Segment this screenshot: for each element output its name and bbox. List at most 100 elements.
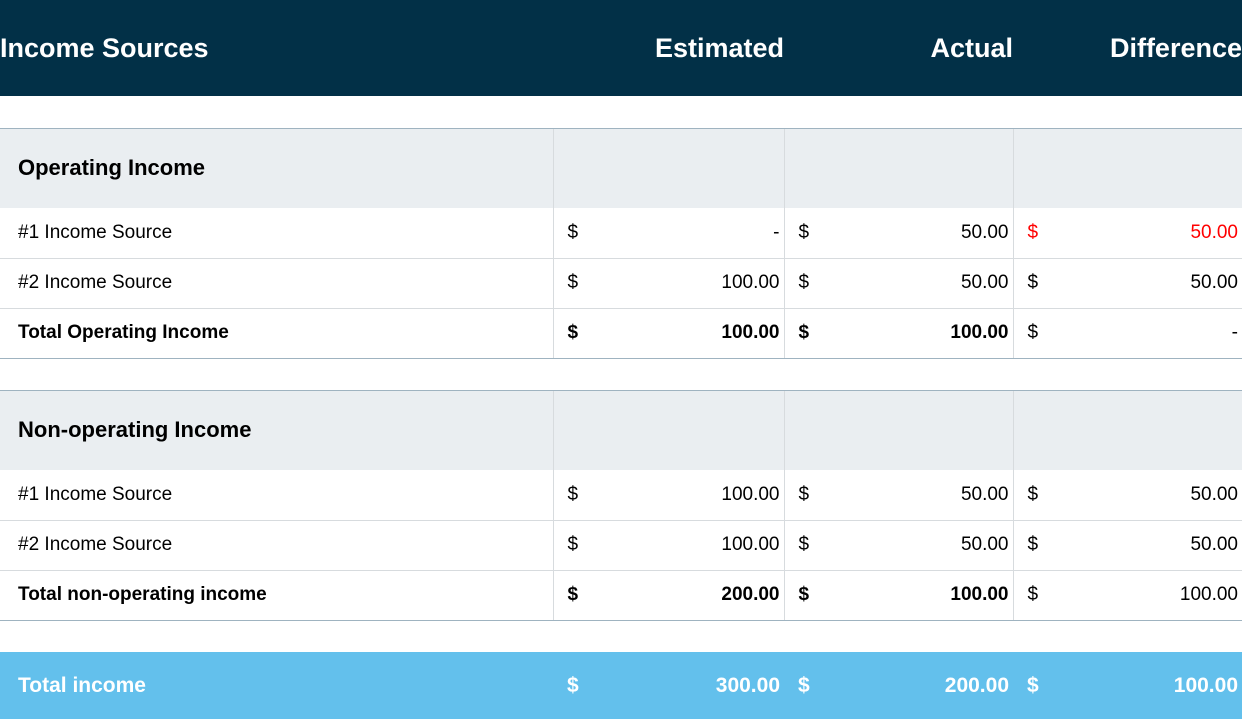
- currency-symbol: $: [567, 584, 579, 605]
- cell-value: 100.00: [721, 534, 780, 555]
- subtotal-row[interactable]: Total non-operating income $200.00 $100.00…: [0, 570, 1242, 621]
- cell-value: -: [1231, 322, 1238, 343]
- cell-value: 100.00: [950, 322, 1009, 343]
- cell-grand-total-estimated: $300.00: [553, 652, 784, 719]
- cell-difference: $100.00: [1012, 570, 1242, 621]
- currency-symbol: $: [1027, 221, 1039, 243]
- header-difference: Difference: [1013, 0, 1242, 96]
- table-row[interactable]: #2 Income Source $100.00 $50.00 $50.00: [0, 520, 1242, 571]
- cell-value: 300.00: [715, 673, 780, 697]
- cell-value: 50.00: [1190, 534, 1238, 555]
- cell-estimated: $100.00: [552, 520, 784, 571]
- cell-value: -: [773, 221, 780, 243]
- currency-symbol: $: [567, 534, 579, 555]
- cell-value: 50.00: [960, 483, 1009, 505]
- section-spacer-cell: [552, 127, 784, 208]
- cell-difference: $50.00: [1012, 520, 1242, 571]
- header-estimated: Estimated: [553, 0, 784, 96]
- table-header-row: Income Sources Estimated Actual Differen…: [0, 0, 1242, 96]
- currency-symbol: $: [798, 483, 810, 505]
- cell-value: 50.00: [1190, 272, 1238, 293]
- cell-actual: $50.00: [783, 470, 1013, 521]
- income-sources-table: Income Sources Estimated Actual Differen…: [0, 0, 1242, 719]
- cell-difference: $50.00: [1012, 470, 1242, 521]
- table-body: Income Sources Estimated Actual Differen…: [0, 0, 1242, 719]
- spacer-before-total: [0, 619, 1242, 652]
- cell-difference: $50.00: [1012, 208, 1242, 259]
- row-label: Total Operating Income: [0, 308, 553, 359]
- section-title: Non-operating Income: [0, 389, 553, 470]
- cell-estimated: $ -: [552, 208, 784, 259]
- currency-symbol: $: [567, 221, 579, 243]
- currency-symbol: $: [567, 483, 579, 505]
- spacer-cell: [0, 619, 1242, 652]
- currency-symbol: $: [567, 272, 579, 293]
- currency-symbol: $: [798, 673, 810, 697]
- cell-estimated: $100.00: [552, 258, 784, 309]
- section-spacer-cell: [1012, 127, 1242, 208]
- currency-symbol: $: [567, 322, 579, 343]
- cell-value: 100.00: [721, 272, 780, 293]
- row-label: Total non-operating income: [0, 570, 553, 621]
- cell-actual: $50.00: [783, 520, 1013, 571]
- row-label: #1 Income Source: [0, 208, 553, 259]
- currency-symbol: $: [798, 272, 810, 293]
- table-row[interactable]: #1 Income Source $ - $50.00 $50.00: [0, 208, 1242, 259]
- spacer-cell: [0, 357, 1242, 390]
- cell-value: 100.00: [1173, 673, 1238, 697]
- header-income-sources: Income Sources: [0, 0, 553, 96]
- cell-value: 200.00: [944, 673, 1009, 697]
- cell-value: 50.00: [960, 272, 1009, 293]
- cell-difference: $50.00: [1012, 258, 1242, 309]
- cell-value: 100.00: [721, 483, 780, 505]
- cell-value: 50.00: [960, 221, 1009, 243]
- cell-value: 200.00: [721, 584, 780, 605]
- cell-value: 50.00: [1190, 483, 1238, 505]
- grand-total-label: Total income: [0, 652, 553, 719]
- cell-value: 100.00: [950, 584, 1009, 605]
- cell-estimated: $200.00: [552, 570, 784, 621]
- budget-sheet: Income Sources Estimated Actual Differen…: [0, 0, 1242, 719]
- cell-actual: $100.00: [783, 308, 1013, 359]
- cell-actual: $50.00: [783, 208, 1013, 259]
- cell-grand-total-difference: $100.00: [1013, 652, 1242, 719]
- table-row[interactable]: #2 Income Source $100.00 $50.00 $50.00: [0, 258, 1242, 309]
- section-spacer-cell: [552, 389, 784, 470]
- table-row[interactable]: #1 Income Source $100.00 $50.00 $50.00: [0, 470, 1242, 521]
- spacer-after-header: [0, 96, 1242, 128]
- cell-actual: $50.00: [783, 258, 1013, 309]
- currency-symbol: $: [798, 322, 810, 343]
- spacer-cell: [0, 96, 1242, 128]
- currency-symbol: $: [1027, 483, 1039, 505]
- section-spacer-cell: [783, 127, 1013, 208]
- currency-symbol: $: [1027, 322, 1039, 343]
- cell-value: 100.00: [721, 322, 780, 343]
- cell-grand-total-actual: $200.00: [784, 652, 1013, 719]
- subtotal-row[interactable]: Total Operating Income $100.00 $100.00 $ -: [0, 308, 1242, 359]
- header-actual: Actual: [784, 0, 1013, 96]
- section-spacer-cell: [1012, 389, 1242, 470]
- currency-symbol: $: [567, 673, 579, 697]
- currency-symbol: $: [798, 584, 810, 605]
- cell-difference: $ -: [1012, 308, 1242, 359]
- currency-symbol: $: [798, 534, 810, 555]
- currency-symbol: $: [1027, 584, 1039, 605]
- currency-symbol: $: [1027, 272, 1039, 293]
- row-label: #2 Income Source: [0, 258, 553, 309]
- section-header-row: Non-operating Income: [0, 389, 1242, 470]
- cell-actual: $100.00: [783, 570, 1013, 621]
- section-header-row: Operating Income: [0, 127, 1242, 208]
- grand-total-row: Total income $300.00 $200.00 $100.00: [0, 652, 1242, 719]
- cell-estimated: $100.00: [552, 470, 784, 521]
- currency-symbol: $: [798, 221, 810, 243]
- cell-value: 50.00: [960, 534, 1009, 555]
- row-label: #2 Income Source: [0, 520, 553, 571]
- section-title: Operating Income: [0, 127, 553, 208]
- cell-estimated: $100.00: [552, 308, 784, 359]
- cell-value: 50.00: [1190, 221, 1238, 243]
- section-gap: [0, 357, 1242, 390]
- currency-symbol: $: [1027, 534, 1039, 555]
- currency-symbol: $: [1027, 673, 1039, 697]
- cell-value: 100.00: [1179, 584, 1238, 605]
- row-label: #1 Income Source: [0, 470, 553, 521]
